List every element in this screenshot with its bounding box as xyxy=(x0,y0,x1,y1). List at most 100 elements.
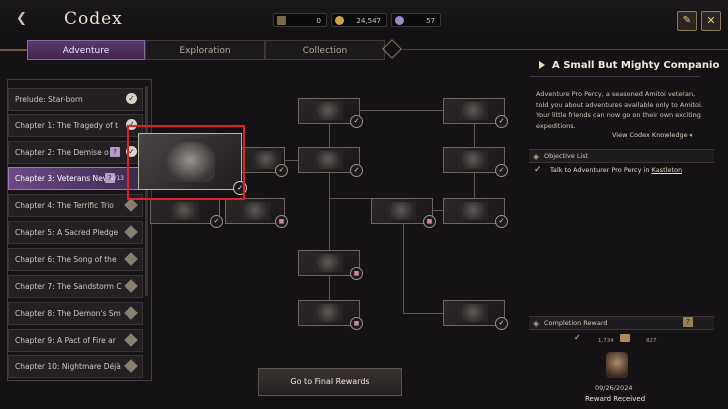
quest-node[interactable]: ■ xyxy=(298,300,363,330)
map-connector xyxy=(403,313,443,314)
map-connector xyxy=(329,275,330,300)
objective-icon: ◈ xyxy=(533,152,540,161)
lock-icon xyxy=(124,252,138,266)
chapter-item-2[interactable]: Chapter 2: The Demise o ? ✓ xyxy=(8,141,143,164)
quest-node[interactable]: ✓ xyxy=(443,300,508,330)
quest-art xyxy=(458,102,488,120)
map-connector xyxy=(433,210,443,211)
lock-icon: ■ xyxy=(350,267,363,280)
quest-title: A Small But Mighty Companio xyxy=(552,60,720,71)
objective-list-header: ◈ Objective List xyxy=(529,149,714,163)
arrow-token-icon xyxy=(277,16,286,25)
check-icon: ✓ xyxy=(495,317,508,330)
chapter-item-6[interactable]: Chapter 6: The Song of the xyxy=(8,248,143,271)
check-icon: ✓ xyxy=(350,115,363,128)
chapter-item-5[interactable]: Chapter 5: A Sacred Pledge xyxy=(8,221,143,244)
map-connector xyxy=(403,223,404,313)
lock-icon xyxy=(124,359,138,373)
quest-art xyxy=(169,202,199,220)
resource-gem: 57 xyxy=(391,13,441,27)
highlight-frame xyxy=(127,125,245,200)
chapter-item-4[interactable]: Chapter 4: The Terrific Trio xyxy=(8,194,143,217)
quest-art xyxy=(458,202,488,220)
chapter-label: Chapter 5: A Sacred Pledge xyxy=(15,228,119,237)
chapter-label: Chapter 9: A Pact of Fire ar xyxy=(15,336,116,345)
chapter-item-10[interactable]: Chapter 10: Nightmare Déjà xyxy=(8,355,143,378)
reward-chest-icon xyxy=(606,352,628,378)
title-divider xyxy=(530,76,700,77)
lock-icon: ■ xyxy=(423,215,436,228)
tab-next-icon[interactable] xyxy=(382,39,402,59)
lock-icon: ■ xyxy=(350,317,363,330)
map-connector xyxy=(359,110,445,111)
map-connector xyxy=(329,173,330,251)
reward-check-icon: ✓ xyxy=(574,333,581,342)
reward-date: 09/26/2024 xyxy=(595,384,633,392)
lock-icon xyxy=(124,279,138,293)
chapter-label: Chapter 8: The Demon's Sm xyxy=(15,309,121,318)
quest-art xyxy=(386,202,416,220)
quest-node[interactable]: ■ xyxy=(298,250,363,280)
quest-art xyxy=(240,202,270,220)
close-button[interactable]: ✕ xyxy=(701,11,721,31)
chapter-label: Chapter 2: The Demise o xyxy=(15,148,109,157)
chapter-label: Chapter 10: Nightmare Déjà xyxy=(15,362,121,371)
reward-amount-1: 1,734 xyxy=(598,338,614,344)
page-title: Codex xyxy=(64,9,123,29)
map-connector xyxy=(329,198,373,199)
chapter-label: Chapter 7: The Sandstorm C xyxy=(15,282,122,291)
lock-icon xyxy=(124,306,138,320)
quest-node[interactable]: ✓ xyxy=(298,98,363,128)
quest-node[interactable]: ✓ xyxy=(298,147,363,177)
chapter-item-3[interactable]: Chapter 3: Veterans Nev ? 2/13 xyxy=(8,167,143,190)
quest-art xyxy=(313,151,343,169)
chapter-label: Chapter 4: The Terrific Trio xyxy=(15,201,114,210)
quest-art xyxy=(313,102,343,120)
chapter-item-1[interactable]: Chapter 1: The Tragedy of t ✓ xyxy=(8,114,143,137)
reward-status: Reward Received xyxy=(585,395,646,403)
lock-icon: ■ xyxy=(275,215,288,228)
tab-exploration[interactable]: Exploration xyxy=(145,40,265,60)
chapter-item-9[interactable]: Chapter 9: A Pact of Fire ar xyxy=(8,329,143,352)
location-link[interactable]: Kastleton xyxy=(652,166,683,174)
check-icon: ✓ xyxy=(210,215,223,228)
chapter-label: Prelude: Star-born xyxy=(15,95,83,104)
tabbar-ornament-left xyxy=(0,49,28,51)
map-connector xyxy=(474,122,475,150)
check-icon: ✓ xyxy=(275,164,288,177)
play-arrow-icon xyxy=(539,61,545,69)
help-icon[interactable]: ? xyxy=(683,317,693,327)
go-to-final-rewards-button[interactable]: Go to Final Rewards xyxy=(258,368,402,396)
quest-node[interactable]: ✓ xyxy=(443,98,508,128)
quest-node[interactable]: ✓ xyxy=(150,198,223,228)
objective-item: Talk to Adventurer Pro Percy in Kastleto… xyxy=(550,166,683,174)
check-icon: ✓ xyxy=(495,115,508,128)
check-icon: ✓ xyxy=(495,164,508,177)
quest-art xyxy=(313,304,343,322)
reward-icon: ◈ xyxy=(533,319,540,328)
quest-art xyxy=(458,151,488,169)
quest-node[interactable]: ✓ xyxy=(443,198,508,228)
quest-node[interactable]: ■ xyxy=(225,198,288,228)
codex-book-button[interactable]: ✎ xyxy=(677,11,697,31)
tabbar-divider xyxy=(402,49,728,50)
quest-node[interactable]: ■ xyxy=(371,198,436,228)
chapter-item-8[interactable]: Chapter 8: The Demon's Sm xyxy=(8,302,143,325)
quest-art xyxy=(313,254,343,272)
chapter-item-prelude[interactable]: Prelude: Star-born ✓ xyxy=(8,88,143,111)
map-connector xyxy=(474,173,475,201)
chapter-label: Chapter 1: The Tragedy of t xyxy=(15,121,119,130)
quest-description: Adventure Pro Percy, a seasoned Amitoi v… xyxy=(536,90,703,130)
tab-adventure[interactable]: Adventure xyxy=(27,40,145,60)
chapter-item-7[interactable]: Chapter 7: The Sandstorm C xyxy=(8,275,143,298)
view-codex-knowledge-link[interactable]: View Codex Knowledge 🔈︎ xyxy=(612,131,694,140)
gold-coin-icon xyxy=(335,16,344,25)
gem-icon xyxy=(395,16,404,25)
check-icon: ✓ xyxy=(495,215,508,228)
quest-node[interactable]: ✓ xyxy=(443,147,508,177)
back-arrow-icon[interactable]: ❮ xyxy=(16,12,32,26)
tab-collection[interactable]: Collection xyxy=(265,40,385,60)
reward-amount-2: 827 xyxy=(646,338,657,344)
objective-check-icon: ✓ xyxy=(534,165,542,175)
resource-gold: 24,547 xyxy=(331,13,387,27)
